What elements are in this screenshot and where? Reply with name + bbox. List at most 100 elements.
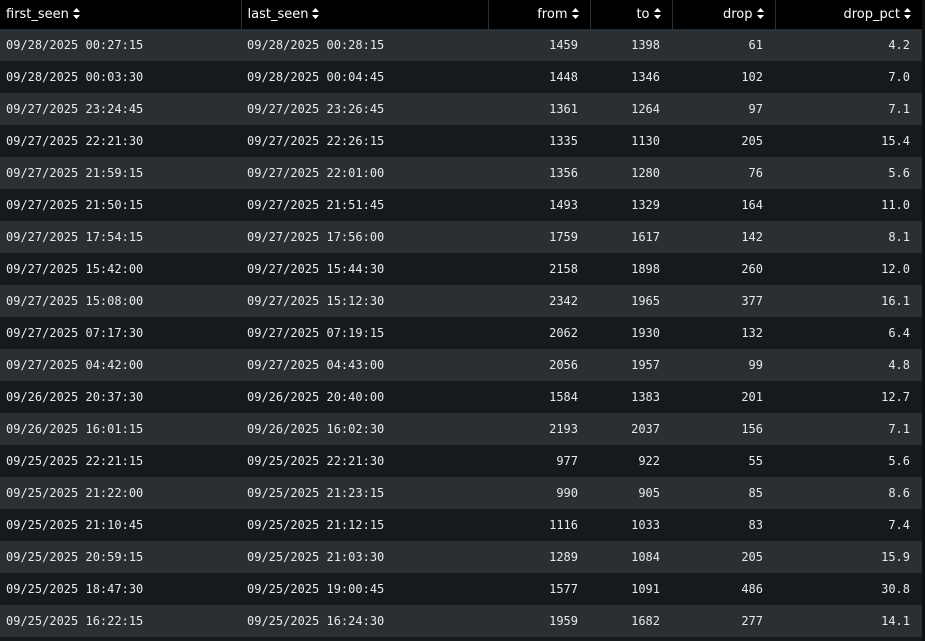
sort-up-down-icon[interactable] [756,8,764,19]
column-header-label: drop [722,7,753,22]
sort-up-down-icon[interactable] [312,8,320,19]
cell-last-seen: 09/27/2025 15:12:30 [241,285,488,317]
column-header-first-seen[interactable]: first_seen [0,0,242,29]
cell-from: 990 [488,477,590,509]
cell-to: 1346 [590,61,672,93]
cell-last-seen: 09/27/2025 17:56:00 [241,221,488,253]
cell-drop-pct: 30.8 [775,573,922,605]
cell-last-seen: 09/27/2025 04:43:00 [241,349,488,381]
cell-drop: 277 [672,605,775,637]
table-row[interactable]: 09/27/2025 23:24:45 09/27/2025 23:26:45 13… [0,93,922,125]
cell-drop: 377 [672,285,775,317]
cell-last-seen: 09/27/2025 22:26:15 [241,125,488,157]
sort-up-down-icon[interactable] [653,8,661,19]
cell-from: 1289 [488,541,590,573]
cell-drop-pct: 14.1 [775,605,922,637]
column-header-label: drop_pct [843,7,900,22]
cell-drop-pct: 7.4 [775,509,922,541]
cell-drop-pct: 7.1 [775,93,922,125]
cell-first-seen: 09/28/2025 00:03:30 [0,61,241,93]
cell-drop: 55 [672,445,775,477]
column-header-last-seen[interactable]: last_seen [241,0,489,29]
cell-to: 1130 [590,125,672,157]
cell-to: 1682 [590,605,672,637]
table-row[interactable]: 09/28/2025 00:03:30 09/28/2025 00:04:45 14… [0,61,922,93]
cell-first-seen: 09/27/2025 17:54:15 [0,221,241,253]
table-row[interactable]: 09/25/2025 22:21:15 09/25/2025 22:21:30 97… [0,445,922,477]
cell-drop-pct: 7.0 [775,61,922,93]
cell-to: 1033 [590,509,672,541]
table-row[interactable]: 09/27/2025 15:08:00 09/27/2025 15:12:30 23… [0,285,922,317]
cell-from: 1959 [488,605,590,637]
cell-from: 1448 [488,61,590,93]
cell-from: 1459 [488,29,590,61]
cell-drop-pct: 7.1 [775,413,922,445]
table-row[interactable]: 09/27/2025 17:54:15 09/27/2025 17:56:00 17… [0,221,922,253]
column-header-drop[interactable]: drop [672,0,776,29]
cell-to: 1383 [590,381,672,413]
results-table: first_seen last_seen from to drop drop_p… [0,0,922,637]
cell-first-seen: 09/25/2025 22:21:15 [0,445,241,477]
table-row[interactable]: 09/27/2025 22:21:30 09/27/2025 22:26:15 13… [0,125,922,157]
cell-to: 1965 [590,285,672,317]
cell-drop-pct: 4.2 [775,29,922,61]
table-row[interactable]: 09/27/2025 21:59:15 09/27/2025 22:01:00 13… [0,157,922,189]
cell-to: 1264 [590,93,672,125]
column-header-to[interactable]: to [590,0,673,29]
cell-first-seen: 09/27/2025 23:24:45 [0,93,241,125]
table-row[interactable]: 09/27/2025 15:42:00 09/27/2025 15:44:30 21… [0,253,922,285]
cell-last-seen: 09/26/2025 20:40:00 [241,381,488,413]
table-row[interactable]: 09/26/2025 16:01:15 09/26/2025 16:02:30 21… [0,413,922,445]
cell-first-seen: 09/26/2025 16:01:15 [0,413,241,445]
table-row[interactable]: 09/27/2025 04:42:00 09/27/2025 04:43:00 20… [0,349,922,381]
table-row[interactable]: 09/26/2025 20:37:30 09/26/2025 20:40:00 15… [0,381,922,413]
cell-to: 1329 [590,189,672,221]
cell-first-seen: 09/27/2025 21:59:15 [0,157,241,189]
cell-first-seen: 09/25/2025 21:22:00 [0,477,241,509]
cell-from: 2062 [488,317,590,349]
table-header: first_seen last_seen from to drop drop_p… [0,0,922,29]
cell-last-seen: 09/27/2025 15:44:30 [241,253,488,285]
cell-from: 2158 [488,253,590,285]
cell-drop: 201 [672,381,775,413]
table-row[interactable]: 09/28/2025 00:27:15 09/28/2025 00:28:15 14… [0,29,922,61]
cell-drop: 85 [672,477,775,509]
table-row[interactable]: 09/25/2025 20:59:15 09/25/2025 21:03:30 12… [0,541,922,573]
results-table-container: first_seen last_seen from to drop drop_p… [0,0,925,641]
cell-to: 1957 [590,349,672,381]
cell-drop: 260 [672,253,775,285]
sort-up-down-icon[interactable] [904,8,911,19]
table-row[interactable]: 09/27/2025 07:17:30 09/27/2025 07:19:15 20… [0,317,922,349]
cell-last-seen: 09/25/2025 22:21:30 [241,445,488,477]
cell-last-seen: 09/27/2025 21:51:45 [241,189,488,221]
column-header-label: first_seen [6,7,69,22]
cell-from: 1116 [488,509,590,541]
column-header-from[interactable]: from [488,0,591,29]
table-body: 09/28/2025 00:27:15 09/28/2025 00:28:15 14… [0,29,922,637]
cell-first-seen: 09/26/2025 20:37:30 [0,381,241,413]
cell-from: 1584 [488,381,590,413]
column-header-label: to [636,7,650,22]
cell-drop: 76 [672,157,775,189]
cell-drop-pct: 4.8 [775,349,922,381]
cell-first-seen: 09/27/2025 15:08:00 [0,285,241,317]
table-row[interactable]: 09/27/2025 21:50:15 09/27/2025 21:51:45 14… [0,189,922,221]
table-row[interactable]: 09/25/2025 21:10:45 09/25/2025 21:12:15 11… [0,509,922,541]
sort-up-down-icon[interactable] [72,8,80,19]
cell-to: 1617 [590,221,672,253]
cell-drop-pct: 15.4 [775,125,922,157]
sort-up-down-icon[interactable] [571,8,579,19]
table-row[interactable]: 09/25/2025 16:22:15 09/25/2025 16:24:30 19… [0,605,922,637]
column-header-drop-pct[interactable]: drop_pct [775,0,922,29]
table-row[interactable]: 09/25/2025 21:22:00 09/25/2025 21:23:15 99… [0,477,922,509]
cell-drop: 205 [672,125,775,157]
cell-drop-pct: 6.4 [775,317,922,349]
cell-drop: 132 [672,317,775,349]
cell-last-seen: 09/27/2025 07:19:15 [241,317,488,349]
cell-first-seen: 09/27/2025 22:21:30 [0,125,241,157]
cell-drop: 156 [672,413,775,445]
cell-to: 2037 [590,413,672,445]
cell-last-seen: 09/25/2025 16:24:30 [241,605,488,637]
cell-from: 977 [488,445,590,477]
table-row[interactable]: 09/25/2025 18:47:30 09/25/2025 19:00:45 15… [0,573,922,605]
